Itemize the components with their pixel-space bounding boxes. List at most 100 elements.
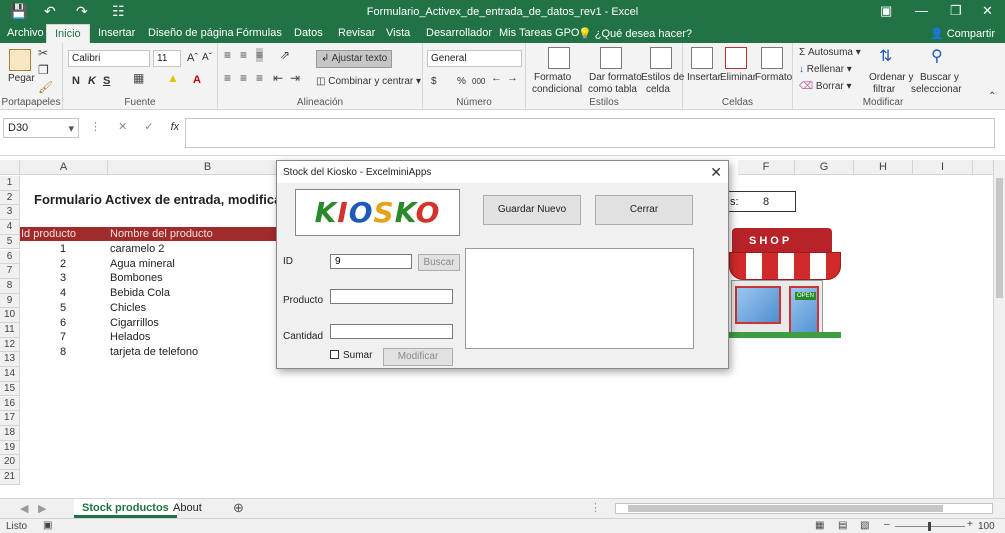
product-id-cell[interactable]: 6 xyxy=(60,316,66,330)
row-header[interactable]: 13 xyxy=(0,352,20,368)
format-cells-button[interactable]: Formato xyxy=(755,72,792,84)
number-format-select[interactable]: General xyxy=(427,50,522,67)
product-name-cell[interactable]: Chicles xyxy=(110,301,146,315)
format-cells-icon[interactable] xyxy=(761,47,783,69)
product-name-cell[interactable]: tarjeta de telefono xyxy=(110,345,198,359)
font-size-select[interactable]: 11 xyxy=(153,50,181,67)
currency-button[interactable]: $ xyxy=(431,76,437,88)
close-button[interactable]: Cerrar xyxy=(595,195,693,225)
align-bottom-icon[interactable]: ≡ xyxy=(256,48,264,62)
orientation-icon[interactable]: ⇗ xyxy=(280,48,290,62)
product-name-cell[interactable]: caramelo 2 xyxy=(110,242,164,256)
fill-button[interactable]: ↓ Rellenar ▾ xyxy=(799,64,852,76)
increase-indent-icon[interactable]: ⇥ xyxy=(290,71,300,85)
product-id-cell[interactable]: 5 xyxy=(60,301,66,315)
id-input[interactable] xyxy=(330,254,412,269)
tab-inicio[interactable]: Inicio xyxy=(46,24,90,43)
align-center-icon[interactable]: ≡ xyxy=(240,71,247,85)
vertical-scroll-thumb[interactable] xyxy=(996,178,1003,298)
wrap-text-button[interactable]: ↲ Ajustar texto xyxy=(316,50,393,68)
find-select-line1[interactable]: Buscar y xyxy=(920,72,959,84)
cut-icon[interactable]: ✂ xyxy=(38,46,48,60)
row-header[interactable]: 17 xyxy=(0,411,20,426)
product-id-cell[interactable]: 7 xyxy=(60,330,66,344)
merge-center-button[interactable]: ◫ Combinar y centrar ▾ xyxy=(316,76,421,88)
paste-icon[interactable] xyxy=(9,49,31,71)
tell-me-search[interactable]: 💡 ¿Qué desea hacer? xyxy=(578,27,692,40)
scroll-tabs-left-icon[interactable]: ◀ xyxy=(20,502,28,515)
increase-decimal-icon[interactable]: ← xyxy=(491,72,502,84)
product-name-cell[interactable]: Bebida Cola xyxy=(110,286,170,300)
borders-icon[interactable]: ▦ xyxy=(133,71,144,85)
column-header-f[interactable]: F xyxy=(738,160,795,175)
fill-color-icon[interactable]: ▲ xyxy=(167,71,179,85)
column-header-g[interactable]: G xyxy=(795,160,854,175)
product-name-cell[interactable]: Helados xyxy=(110,330,150,344)
tab-mis-tareas[interactable]: Mis Tareas GPO xyxy=(499,27,580,39)
row-header[interactable]: 5 xyxy=(0,234,20,250)
tab-revisar[interactable]: Revisar xyxy=(338,27,375,39)
cancel-icon[interactable]: ✕ xyxy=(118,121,127,133)
delete-cells-icon[interactable] xyxy=(725,47,747,69)
scroll-tabs-right-icon[interactable]: ▶ xyxy=(38,502,46,515)
tab-vista[interactable]: Vista xyxy=(386,27,410,39)
format-table-line1[interactable]: Dar formato xyxy=(589,72,642,84)
sum-checkbox[interactable] xyxy=(330,350,339,359)
page-break-icon[interactable]: ▧ xyxy=(860,520,869,531)
product-id-cell[interactable]: 8 xyxy=(60,345,66,359)
paste-button[interactable]: Pegar xyxy=(8,73,35,85)
percent-button[interactable]: % xyxy=(457,76,466,88)
row-header[interactable]: 3 xyxy=(0,205,20,221)
product-input[interactable] xyxy=(330,289,453,304)
row-header[interactable]: 19 xyxy=(0,440,20,456)
row-header[interactable]: 20 xyxy=(0,455,20,470)
insert-cells-icon[interactable] xyxy=(691,47,713,69)
save-new-button[interactable]: Guardar Nuevo xyxy=(483,195,581,225)
formula-input[interactable] xyxy=(185,118,995,148)
format-table-icon[interactable] xyxy=(600,47,622,69)
align-left-icon[interactable]: ≡ xyxy=(224,71,231,85)
product-id-cell[interactable]: 1 xyxy=(60,242,66,256)
row-header[interactable]: 21 xyxy=(0,470,20,485)
italic-button[interactable]: K xyxy=(88,75,96,87)
row-header[interactable]: 15 xyxy=(0,381,20,397)
tab-insertar[interactable]: Insertar xyxy=(98,27,135,39)
normal-view-icon[interactable]: ▦ xyxy=(815,520,824,531)
row-header[interactable]: 11 xyxy=(0,323,20,338)
row-header[interactable]: 16 xyxy=(0,396,20,412)
zoom-out-icon[interactable]: – xyxy=(884,519,890,530)
sheet-tab-stock-productos[interactable]: Stock productos xyxy=(74,499,177,518)
column-header-h[interactable]: H xyxy=(854,160,913,175)
row-header[interactable]: 2 xyxy=(0,190,20,206)
product-name-cell[interactable]: Cigarrillos xyxy=(110,316,159,330)
collapse-ribbon-icon[interactable]: ⌃ xyxy=(988,91,996,102)
tab-desarrollador[interactable]: Desarrollador xyxy=(426,27,492,39)
insert-cells-button[interactable]: Insertar xyxy=(687,72,721,84)
quantity-input[interactable] xyxy=(330,324,453,339)
vertical-scrollbar[interactable] xyxy=(993,160,1005,498)
enter-icon[interactable]: ✓ xyxy=(144,121,153,133)
add-sheet-icon[interactable]: ⊕ xyxy=(233,500,244,516)
sort-filter-icon[interactable]: ⇅ xyxy=(879,46,892,66)
row-header[interactable]: 6 xyxy=(0,249,20,265)
align-middle-icon[interactable]: ≡ xyxy=(240,48,247,62)
delete-cells-button[interactable]: Eliminar xyxy=(720,72,756,84)
minimize-icon[interactable]: — xyxy=(915,3,928,18)
row-header[interactable]: 12 xyxy=(0,337,20,353)
zoom-in-icon[interactable]: + xyxy=(967,519,973,530)
row-header[interactable]: 18 xyxy=(0,425,20,441)
share-button[interactable]: 👤 Compartir xyxy=(930,27,995,40)
sheet-tab-about[interactable]: About xyxy=(165,499,210,518)
autosum-button[interactable]: Σ Autosuma ▾ xyxy=(799,47,861,59)
modify-button[interactable]: Modificar xyxy=(383,348,453,366)
close-icon[interactable]: ✕ xyxy=(982,3,993,19)
grow-font-icon[interactable]: Aˆ xyxy=(187,52,198,64)
conditional-format-line1[interactable]: Formato xyxy=(534,72,571,84)
align-top-icon[interactable]: ≡ xyxy=(224,48,231,62)
row-header[interactable]: 1 xyxy=(0,176,20,191)
conditional-format-icon[interactable] xyxy=(548,47,570,69)
zoom-level[interactable]: 100 % xyxy=(978,521,1005,533)
insert-function-icon[interactable]: fx xyxy=(171,121,180,133)
find-icon[interactable]: ⚲ xyxy=(931,46,943,66)
macro-record-icon[interactable]: ▣ xyxy=(43,520,52,531)
